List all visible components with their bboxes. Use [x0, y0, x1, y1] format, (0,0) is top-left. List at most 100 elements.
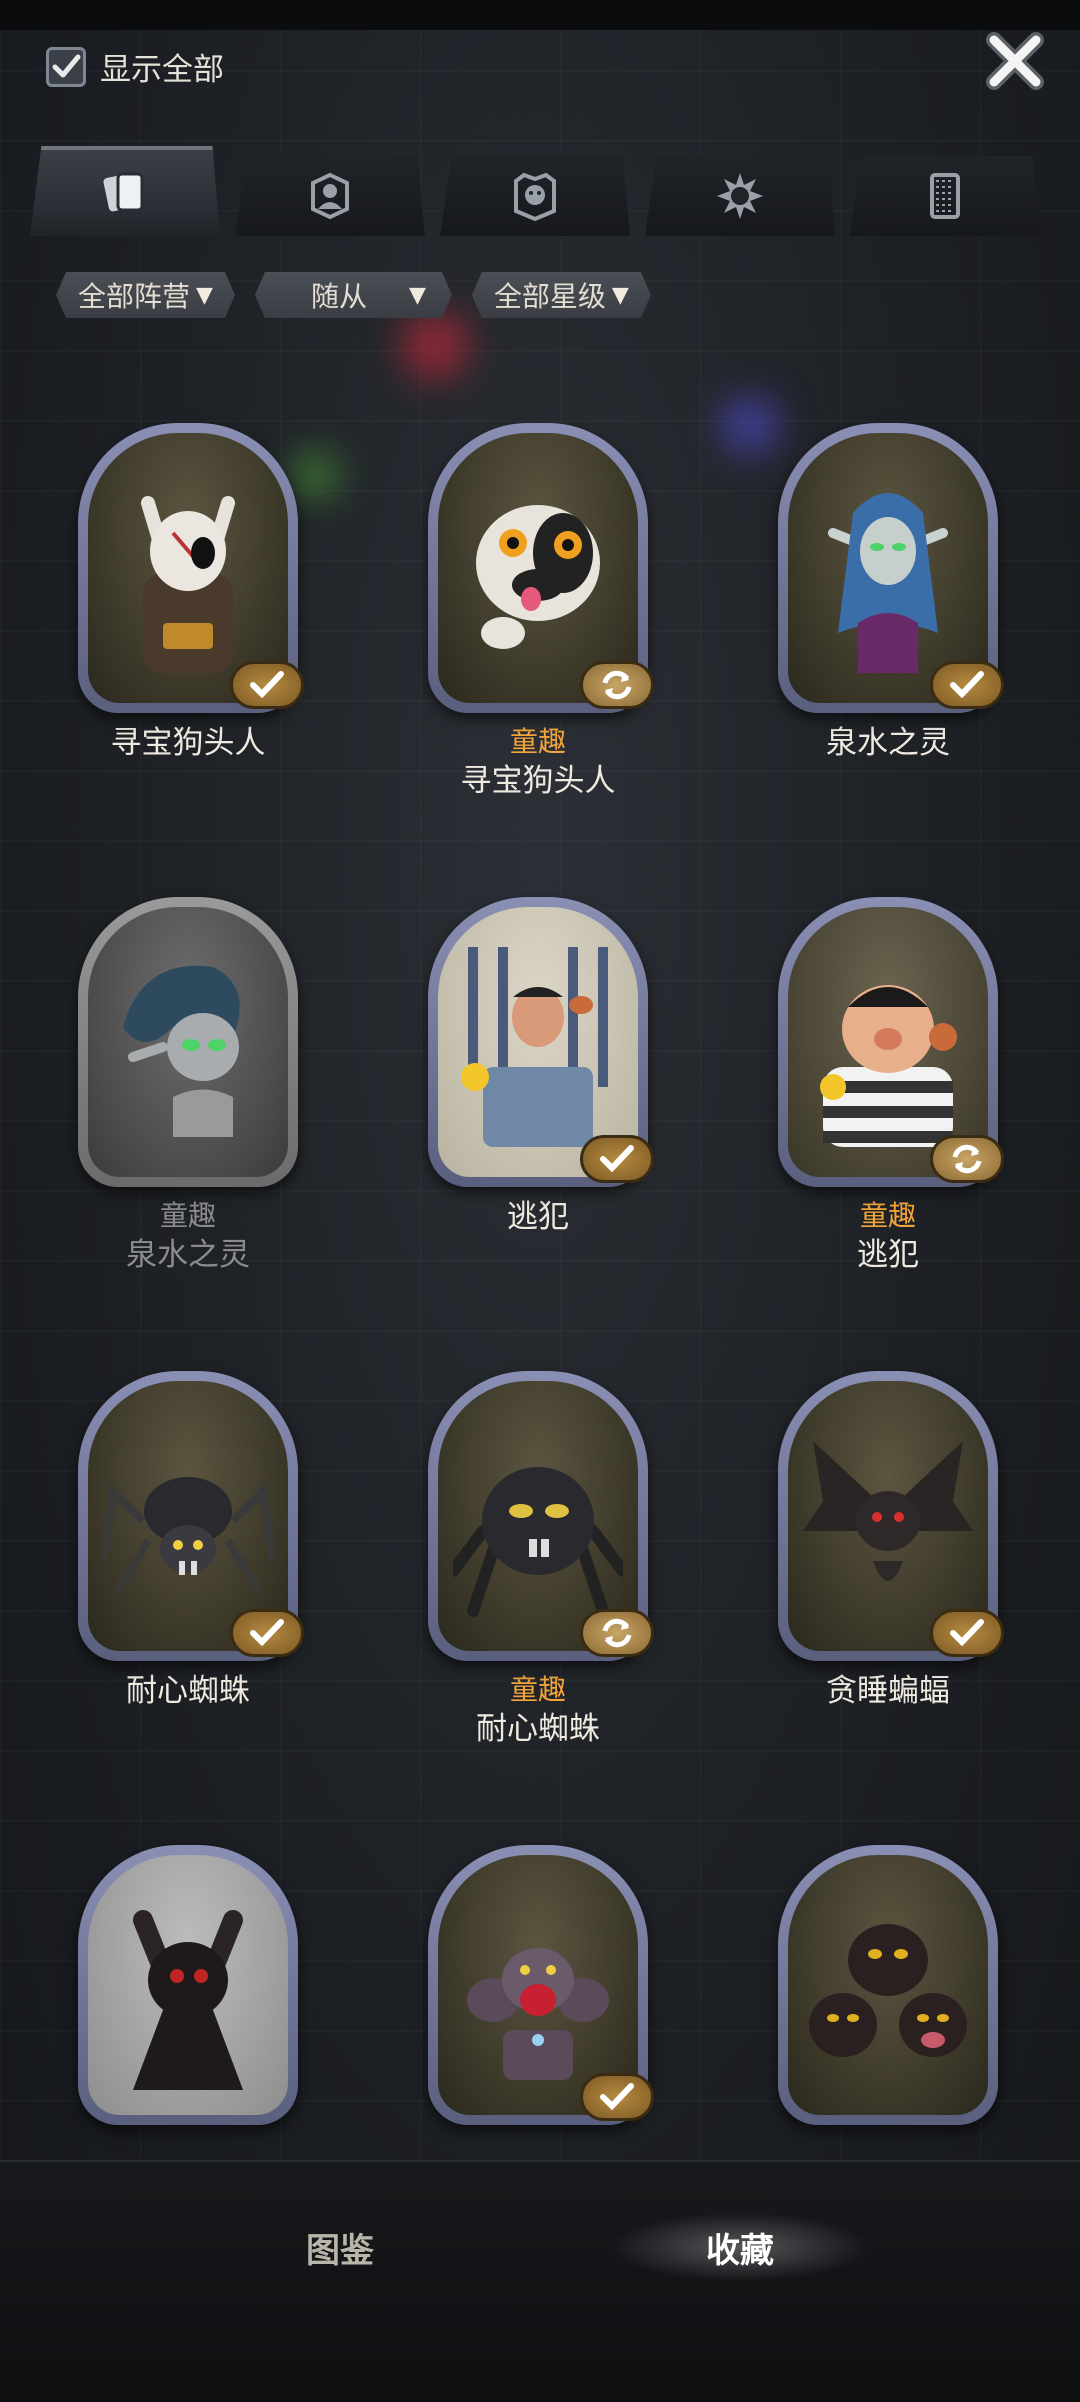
spider-icon [103, 1477, 273, 1594]
tab-collection[interactable]: 收藏 [610, 2212, 870, 2282]
checkmark-icon [250, 1619, 284, 1647]
category-tabs [30, 146, 1050, 236]
status-strip [0, 0, 1080, 30]
tab-card-backs[interactable] [850, 156, 1040, 236]
cute-bat-icon [133, 1910, 243, 2091]
type-filter-label: 随从 [310, 280, 367, 313]
owned-badge [930, 1609, 1004, 1657]
checkmark-icon [250, 671, 284, 699]
skin-tag: 童趣 [159, 1199, 216, 1232]
card-name: 泉水之灵 [826, 725, 950, 761]
checkmark-icon [950, 1619, 984, 1647]
card-portrait [428, 1371, 654, 1661]
tab-cards[interactable] [30, 146, 220, 236]
cute-spider-icon [453, 1467, 623, 1618]
checkmark-icon [52, 54, 81, 77]
cards-icon [103, 172, 144, 212]
owned-badge [580, 2073, 654, 2121]
collection-card[interactable] [778, 1845, 998, 2135]
collection-card[interactable] [78, 1845, 298, 2135]
collection-card[interactable]: 泉水之灵 [778, 423, 1004, 763]
card-name: 逃犯 [507, 1199, 569, 1235]
swap-icon [602, 1618, 632, 1648]
show-all-label: 显示全部 [100, 52, 224, 88]
card-portrait [778, 423, 1004, 713]
skin-tag: 童趣 [859, 1199, 916, 1232]
collection-card[interactable]: 童趣 泉水之灵 [78, 897, 298, 1275]
tab-codex[interactable]: 图鉴 [210, 2212, 470, 2282]
chevron-down-icon: ▼ [611, 282, 629, 308]
tab-spells[interactable] [645, 156, 835, 236]
collection-card[interactable]: 童趣 逃犯 [778, 897, 1004, 1275]
bat-icon [803, 1441, 973, 1582]
card-portrait [428, 1845, 654, 2125]
chevron-down-icon: ▼ [196, 282, 213, 308]
cartoon-prisoner-icon [820, 985, 957, 1148]
card-portrait [78, 423, 304, 713]
card-back-icon [930, 173, 960, 219]
show-all-checkbox[interactable] [46, 46, 86, 87]
faction-filter-label: 全部阵营 [78, 280, 191, 313]
card-name: 逃犯 [857, 1237, 919, 1273]
filter-bar: 全部阵营 ▼ 随从 ▼ 全部星级 ▼ [56, 272, 651, 318]
card-name: 耐心蜘蛛 [476, 1711, 600, 1747]
swap-icon [602, 670, 632, 700]
collection-card[interactable]: 寻宝狗头人 [78, 423, 304, 763]
collection-card[interactable] [428, 1845, 654, 2135]
close-icon [986, 32, 1044, 90]
collection-card[interactable]: 耐心蜘蛛 [78, 1371, 304, 1711]
card-name: 寻宝狗头人 [110, 725, 266, 761]
bottom-nav: 图鉴 收藏 [0, 2160, 1080, 2402]
close-button[interactable] [982, 28, 1048, 94]
tab-minions[interactable] [440, 156, 630, 236]
collection-card[interactable]: 童趣 寻宝狗头人 [428, 423, 654, 801]
checkmark-icon [600, 2083, 634, 2111]
swap-badge [580, 1609, 654, 1657]
card-name: 耐心蜘蛛 [126, 1673, 250, 1709]
tab-heroes[interactable] [235, 156, 425, 236]
skin-tag: 童趣 [509, 725, 566, 758]
chevron-down-icon: ▼ [408, 282, 426, 308]
hero-portrait-icon [311, 172, 349, 220]
checkmark-icon [600, 1145, 634, 1173]
faction-filter[interactable]: 全部阵营 ▼ [56, 272, 235, 318]
card-portrait [78, 1371, 304, 1661]
owned-badge [230, 661, 304, 709]
card-portrait [428, 423, 654, 713]
swap-badge [580, 661, 654, 709]
elf-spirit-icon [123, 966, 240, 1138]
prisoner-icon [461, 947, 608, 1148]
collection-card[interactable]: 逃犯 [428, 897, 654, 1237]
card-portrait [778, 1371, 1004, 1661]
card-portrait [78, 897, 298, 1187]
collection-card[interactable]: 童趣 耐心蜘蛛 [428, 1371, 654, 1749]
spiky-sun-icon [717, 173, 763, 219]
three-headed-hound-icon [467, 1948, 609, 2081]
type-filter[interactable]: 随从 ▼ [255, 272, 452, 318]
owned-badge [580, 1135, 654, 1183]
purple-light [720, 395, 780, 455]
card-name: 贪睡蝙蝠 [826, 1673, 950, 1709]
owned-badge [930, 661, 1004, 709]
minion-face-icon [514, 172, 556, 222]
card-portrait [778, 897, 1004, 1187]
card-name: 泉水之灵 [126, 1237, 250, 1273]
red-light [400, 310, 470, 380]
swap-badge [930, 1135, 1004, 1183]
star-filter[interactable]: 全部星级 ▼ [472, 272, 651, 318]
water-elf-icon [828, 493, 948, 674]
owned-badge [230, 1609, 304, 1657]
skin-tag: 童趣 [509, 1673, 566, 1706]
show-all-toggle[interactable]: 显示全部 [46, 44, 224, 89]
star-filter-label: 全部星级 [493, 280, 606, 313]
swap-icon [952, 1144, 982, 1174]
checkmark-icon [950, 671, 984, 699]
card-portrait [778, 1845, 998, 2125]
card-name: 寻宝狗头人 [460, 763, 616, 799]
cute-dog-icon [476, 505, 600, 650]
cute-three-headed-hound-icon [809, 1924, 967, 2058]
card-portrait [78, 1845, 298, 2125]
card-portrait [428, 897, 654, 1187]
kobold-mask-icon [141, 496, 235, 674]
collection-card[interactable]: 贪睡蝙蝠 [778, 1371, 1004, 1711]
